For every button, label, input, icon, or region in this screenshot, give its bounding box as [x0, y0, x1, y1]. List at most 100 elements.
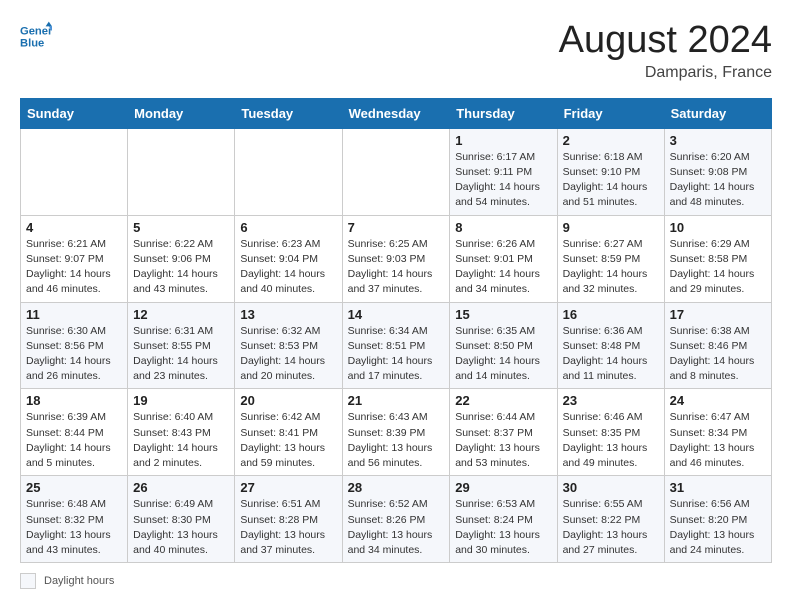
day-info: Sunrise: 6:56 AM Sunset: 8:20 PM Dayligh…: [670, 497, 766, 558]
calendar-cell: 11 Sunrise: 6:30 AM Sunset: 8:56 PM Dayli…: [21, 302, 128, 389]
logo: General Blue: [20, 20, 52, 52]
day-info: Sunrise: 6:51 AM Sunset: 8:28 PM Dayligh…: [240, 497, 336, 558]
calendar-cell: [235, 128, 342, 215]
day-number: 9: [563, 220, 659, 235]
day-info: Sunrise: 6:31 AM Sunset: 8:55 PM Dayligh…: [133, 324, 229, 385]
day-info: Sunrise: 6:17 AM Sunset: 9:11 PM Dayligh…: [455, 150, 551, 211]
day-number: 3: [670, 133, 766, 148]
day-info: Sunrise: 6:39 AM Sunset: 8:44 PM Dayligh…: [26, 410, 122, 471]
day-number: 24: [670, 393, 766, 408]
calendar-cell: 3 Sunrise: 6:20 AM Sunset: 9:08 PM Daylig…: [664, 128, 771, 215]
location-subtitle: Damparis, France: [559, 64, 772, 82]
day-number: 15: [455, 307, 551, 322]
day-info: Sunrise: 6:25 AM Sunset: 9:03 PM Dayligh…: [348, 237, 445, 298]
weekday-header-friday: Friday: [557, 98, 664, 128]
calendar-cell: [128, 128, 235, 215]
calendar-week-3: 11 Sunrise: 6:30 AM Sunset: 8:56 PM Dayli…: [21, 302, 772, 389]
calendar-week-4: 18Sunrise: 6:39 AM Sunset: 8:44 PM Dayli…: [21, 389, 772, 476]
calendar-cell: 8 Sunrise: 6:26 AM Sunset: 9:01 PM Daylig…: [450, 215, 557, 302]
day-number: 8: [455, 220, 551, 235]
calendar-cell: 22 Sunrise: 6:44 AM Sunset: 8:37 PM Dayli…: [450, 389, 557, 476]
calendar-cell: 14Sunrise: 6:34 AM Sunset: 8:51 PM Dayli…: [342, 302, 450, 389]
calendar-cell: 4Sunrise: 6:21 AM Sunset: 9:07 PM Daylig…: [21, 215, 128, 302]
calendar-cell: 18Sunrise: 6:39 AM Sunset: 8:44 PM Dayli…: [21, 389, 128, 476]
day-info: Sunrise: 6:49 AM Sunset: 8:30 PM Dayligh…: [133, 497, 229, 558]
day-info: Sunrise: 6:20 AM Sunset: 9:08 PM Dayligh…: [670, 150, 766, 211]
day-number: 29: [455, 480, 551, 495]
day-number: 20: [240, 393, 336, 408]
day-info: Sunrise: 6:46 AM Sunset: 8:35 PM Dayligh…: [563, 410, 659, 471]
day-number: 13: [240, 307, 336, 322]
day-number: 11: [26, 307, 122, 322]
day-info: Sunrise: 6:44 AM Sunset: 8:37 PM Dayligh…: [455, 410, 551, 471]
calendar-cell: 9 Sunrise: 6:27 AM Sunset: 8:59 PM Daylig…: [557, 215, 664, 302]
day-number: 2: [563, 133, 659, 148]
day-number: 28: [348, 480, 445, 495]
calendar-table: SundayMondayTuesdayWednesdayThursdayFrid…: [20, 98, 772, 563]
weekday-header-saturday: Saturday: [664, 98, 771, 128]
day-info: Sunrise: 6:53 AM Sunset: 8:24 PM Dayligh…: [455, 497, 551, 558]
day-number: 31: [670, 480, 766, 495]
day-info: Sunrise: 6:18 AM Sunset: 9:10 PM Dayligh…: [563, 150, 659, 211]
calendar-week-5: 25Sunrise: 6:48 AM Sunset: 8:32 PM Dayli…: [21, 476, 772, 563]
logo-icon: General Blue: [20, 20, 52, 52]
calendar-cell: 23 Sunrise: 6:46 AM Sunset: 8:35 PM Dayli…: [557, 389, 664, 476]
calendar-cell: 30Sunrise: 6:55 AM Sunset: 8:22 PM Dayli…: [557, 476, 664, 563]
day-number: 6: [240, 220, 336, 235]
svg-text:Blue: Blue: [20, 37, 44, 49]
calendar-cell: 10 Sunrise: 6:29 AM Sunset: 8:58 PM Dayli…: [664, 215, 771, 302]
day-info: Sunrise: 6:42 AM Sunset: 8:41 PM Dayligh…: [240, 410, 336, 471]
daylight-label: Daylight hours: [44, 575, 114, 587]
calendar-cell: 7 Sunrise: 6:25 AM Sunset: 9:03 PM Daylig…: [342, 215, 450, 302]
day-info: Sunrise: 6:27 AM Sunset: 8:59 PM Dayligh…: [563, 237, 659, 298]
weekday-header-thursday: Thursday: [450, 98, 557, 128]
calendar-cell: 2 Sunrise: 6:18 AM Sunset: 9:10 PM Daylig…: [557, 128, 664, 215]
page-header: General Blue August 2024 Damparis, Franc…: [20, 20, 772, 82]
weekday-header-tuesday: Tuesday: [235, 98, 342, 128]
calendar-cell: 24 Sunrise: 6:47 AM Sunset: 8:34 PM Dayli…: [664, 389, 771, 476]
day-info: Sunrise: 6:47 AM Sunset: 8:34 PM Dayligh…: [670, 410, 766, 471]
day-info: Sunrise: 6:43 AM Sunset: 8:39 PM Dayligh…: [348, 410, 445, 471]
day-info: Sunrise: 6:22 AM Sunset: 9:06 PM Dayligh…: [133, 237, 229, 298]
calendar-cell: 26 Sunrise: 6:49 AM Sunset: 8:30 PM Dayli…: [128, 476, 235, 563]
calendar-cell: 1 Sunrise: 6:17 AM Sunset: 9:11 PM Daylig…: [450, 128, 557, 215]
day-number: 10: [670, 220, 766, 235]
calendar-cell: [21, 128, 128, 215]
day-number: 23: [563, 393, 659, 408]
day-info: Sunrise: 6:30 AM Sunset: 8:56 PM Dayligh…: [26, 324, 122, 385]
daylight-legend-box: [20, 573, 36, 589]
calendar-cell: 13Sunrise: 6:32 AM Sunset: 8:53 PM Dayli…: [235, 302, 342, 389]
calendar-cell: 19Sunrise: 6:40 AM Sunset: 8:43 PM Dayli…: [128, 389, 235, 476]
title-block: August 2024 Damparis, France: [559, 20, 772, 82]
day-number: 21: [348, 393, 445, 408]
day-number: 26: [133, 480, 229, 495]
day-info: Sunrise: 6:52 AM Sunset: 8:26 PM Dayligh…: [348, 497, 445, 558]
day-info: Sunrise: 6:26 AM Sunset: 9:01 PM Dayligh…: [455, 237, 551, 298]
calendar-cell: 27Sunrise: 6:51 AM Sunset: 8:28 PM Dayli…: [235, 476, 342, 563]
day-number: 12: [133, 307, 229, 322]
day-number: 5: [133, 220, 229, 235]
day-number: 16: [563, 307, 659, 322]
month-year-title: August 2024: [559, 20, 772, 62]
day-info: Sunrise: 6:21 AM Sunset: 9:07 PM Dayligh…: [26, 237, 122, 298]
calendar-cell: 20 Sunrise: 6:42 AM Sunset: 8:41 PM Dayli…: [235, 389, 342, 476]
day-info: Sunrise: 6:36 AM Sunset: 8:48 PM Dayligh…: [563, 324, 659, 385]
calendar-cell: 15Sunrise: 6:35 AM Sunset: 8:50 PM Dayli…: [450, 302, 557, 389]
day-info: Sunrise: 6:40 AM Sunset: 8:43 PM Dayligh…: [133, 410, 229, 471]
day-info: Sunrise: 6:38 AM Sunset: 8:46 PM Dayligh…: [670, 324, 766, 385]
calendar-cell: 29 Sunrise: 6:53 AM Sunset: 8:24 PM Dayli…: [450, 476, 557, 563]
day-number: 22: [455, 393, 551, 408]
day-number: 17: [670, 307, 766, 322]
svg-text:General: General: [20, 25, 52, 37]
weekday-header-monday: Monday: [128, 98, 235, 128]
calendar-cell: 31 Sunrise: 6:56 AM Sunset: 8:20 PM Dayli…: [664, 476, 771, 563]
weekday-header-wednesday: Wednesday: [342, 98, 450, 128]
calendar-cell: 25Sunrise: 6:48 AM Sunset: 8:32 PM Dayli…: [21, 476, 128, 563]
day-number: 1: [455, 133, 551, 148]
day-number: 7: [348, 220, 445, 235]
calendar-cell: [342, 128, 450, 215]
calendar-cell: 6Sunrise: 6:23 AM Sunset: 9:04 PM Daylig…: [235, 215, 342, 302]
day-info: Sunrise: 6:55 AM Sunset: 8:22 PM Dayligh…: [563, 497, 659, 558]
footer-note: Daylight hours: [20, 573, 772, 589]
day-info: Sunrise: 6:29 AM Sunset: 8:58 PM Dayligh…: [670, 237, 766, 298]
